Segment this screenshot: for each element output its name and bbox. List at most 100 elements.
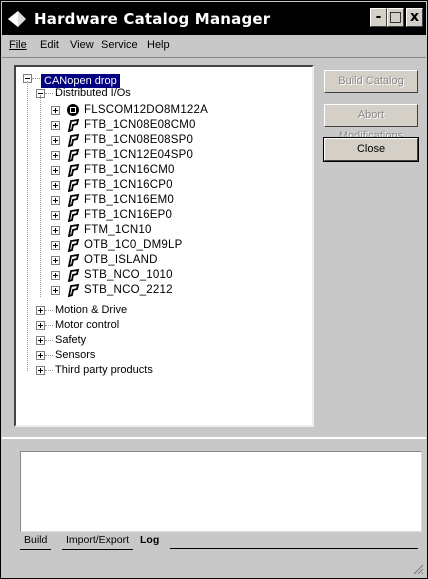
menu-help[interactable]: Help xyxy=(147,39,170,51)
tree-item-device[interactable]: FTB_1CN08E08CM0 xyxy=(16,118,296,133)
tree-label[interactable]: Safety xyxy=(55,333,86,348)
device-label[interactable]: STB_NCO_1010 xyxy=(84,268,173,283)
tree-item-device[interactable]: FTB_1CN12E04SP0 xyxy=(16,148,296,163)
tree-line xyxy=(45,370,53,372)
expand-icon[interactable] xyxy=(51,151,60,160)
title-bar[interactable]: Hardware Catalog Manager - □ x xyxy=(2,2,426,35)
close-window-button[interactable]: x xyxy=(406,8,423,27)
expand-icon[interactable] xyxy=(51,106,60,115)
catalog-tree[interactable]: CANopen drop Distributed I/Os FLSCOM12DO… xyxy=(14,65,314,427)
tree-line xyxy=(45,93,53,95)
build-catalog-button[interactable]: Build Catalog xyxy=(324,70,418,93)
tree-item-device[interactable]: OTB_1C0_DM9LP xyxy=(16,238,296,253)
tree-label[interactable]: Motor control xyxy=(55,318,119,333)
device-icon xyxy=(67,268,80,282)
tree-item-device[interactable]: FTM_1CN10 xyxy=(16,223,296,238)
expand-icon[interactable] xyxy=(51,211,60,220)
expand-icon[interactable] xyxy=(51,136,60,145)
device-icon xyxy=(67,283,80,297)
device-icon xyxy=(67,223,80,237)
tree-item-device[interactable]: FTB_1CN08E08SP0 xyxy=(16,133,296,148)
device-label[interactable]: FTM_1CN10 xyxy=(84,223,152,238)
tree-line xyxy=(45,310,53,312)
device-icon xyxy=(67,148,80,162)
device-label[interactable]: FTB_1CN08E08CM0 xyxy=(84,118,196,133)
tree-label[interactable]: Motion & Drive xyxy=(55,303,127,318)
device-icon xyxy=(67,178,80,192)
device-icon xyxy=(67,238,80,252)
device-icon xyxy=(67,104,79,116)
tree-group-third-party[interactable]: Third party products xyxy=(16,363,216,378)
expand-icon[interactable] xyxy=(51,166,60,175)
expand-icon[interactable] xyxy=(51,286,60,295)
expand-icon[interactable] xyxy=(51,196,60,205)
expand-icon[interactable] xyxy=(51,121,60,130)
maximize-button[interactable]: □ xyxy=(387,8,404,27)
tree-group-distributed-ios[interactable]: Distributed I/Os xyxy=(16,86,216,101)
expand-icon[interactable] xyxy=(36,306,45,315)
tree-item-device[interactable]: STB_NCO_1010 xyxy=(16,268,296,283)
device-label[interactable]: FTB_1CN16CM0 xyxy=(84,163,175,178)
device-label[interactable]: FTB_1CN16EM0 xyxy=(84,193,174,208)
tree-label[interactable]: Third party products xyxy=(55,363,153,378)
expand-icon[interactable] xyxy=(36,321,45,330)
tree-line xyxy=(45,355,53,357)
tree-label[interactable]: Distributed I/Os xyxy=(55,86,131,101)
menu-bar: File Edit View Service Help xyxy=(2,35,426,58)
tree-label[interactable]: Sensors xyxy=(55,348,95,363)
expand-icon[interactable] xyxy=(51,226,60,235)
device-icon xyxy=(67,133,80,147)
device-label[interactable]: FTB_1CN12E04SP0 xyxy=(84,148,193,163)
device-icon xyxy=(67,208,80,222)
tree-item-device[interactable]: FTB_1CN16EP0 xyxy=(16,208,296,223)
device-label[interactable]: STB_NCO_2212 xyxy=(84,283,173,298)
log-panel[interactable] xyxy=(20,451,422,532)
device-label[interactable]: FTB_1CN16EP0 xyxy=(84,208,172,223)
close-button[interactable]: Close xyxy=(323,137,419,162)
window-title: Hardware Catalog Manager xyxy=(34,10,271,28)
resize-grip-icon[interactable] xyxy=(412,563,424,575)
tree-item-device[interactable]: FTB_1CN16CP0 xyxy=(16,178,296,193)
tree-item-device[interactable]: FTB_1CN16CM0 xyxy=(16,163,296,178)
app-window: Hardware Catalog Manager - □ x File Edit… xyxy=(0,0,428,579)
tree-root[interactable]: CANopen drop xyxy=(16,71,216,88)
output-tabs: Build Import/Export Log xyxy=(20,532,420,552)
tree-item-device[interactable]: FLSCOM12DO8M122A xyxy=(16,103,296,118)
tree-line xyxy=(32,78,40,80)
expand-icon[interactable] xyxy=(51,256,60,265)
menu-service[interactable]: Service xyxy=(101,39,138,51)
expand-icon[interactable] xyxy=(51,181,60,190)
device-icon xyxy=(67,253,80,267)
tree-line xyxy=(45,340,53,342)
tree-group-safety[interactable]: Safety xyxy=(16,333,216,348)
expand-icon[interactable] xyxy=(36,336,45,345)
tree-group-motion-drive[interactable]: Motion & Drive xyxy=(16,303,216,318)
tree-item-device[interactable]: FTB_1CN16EM0 xyxy=(16,193,296,208)
tab-log[interactable]: Log xyxy=(136,532,163,549)
tree-item-device[interactable]: OTB_ISLAND xyxy=(16,253,296,268)
device-label[interactable]: FTB_1CN08E08SP0 xyxy=(84,133,193,148)
device-label[interactable]: OTB_ISLAND xyxy=(84,253,158,268)
tree-line xyxy=(45,325,53,327)
device-label[interactable]: FTB_1CN16CP0 xyxy=(84,178,173,193)
tab-build[interactable]: Build xyxy=(20,532,52,550)
tree-group-motor-control[interactable]: Motor control xyxy=(16,318,216,333)
menu-edit[interactable]: Edit xyxy=(40,39,59,51)
abort-modifications-button[interactable]: Abort Modifications xyxy=(324,104,418,142)
menu-view[interactable]: View xyxy=(70,39,94,51)
device-label[interactable]: OTB_1C0_DM9LP xyxy=(84,238,182,253)
tab-baseline xyxy=(170,548,418,549)
minimize-button[interactable]: - xyxy=(370,8,387,27)
tab-import-export[interactable]: Import/Export xyxy=(62,532,134,550)
tree-item-device[interactable]: STB_NCO_2212 xyxy=(16,283,296,298)
expand-icon[interactable] xyxy=(51,241,60,250)
device-icon xyxy=(67,163,80,177)
expand-icon[interactable] xyxy=(51,271,60,280)
menu-file[interactable]: File xyxy=(9,39,27,51)
device-label[interactable]: FLSCOM12DO8M122A xyxy=(84,103,208,118)
device-icon xyxy=(67,193,80,207)
device-icon xyxy=(67,118,80,132)
expand-icon[interactable] xyxy=(36,366,45,375)
expand-icon[interactable] xyxy=(36,351,45,360)
tree-group-sensors[interactable]: Sensors xyxy=(16,348,216,363)
